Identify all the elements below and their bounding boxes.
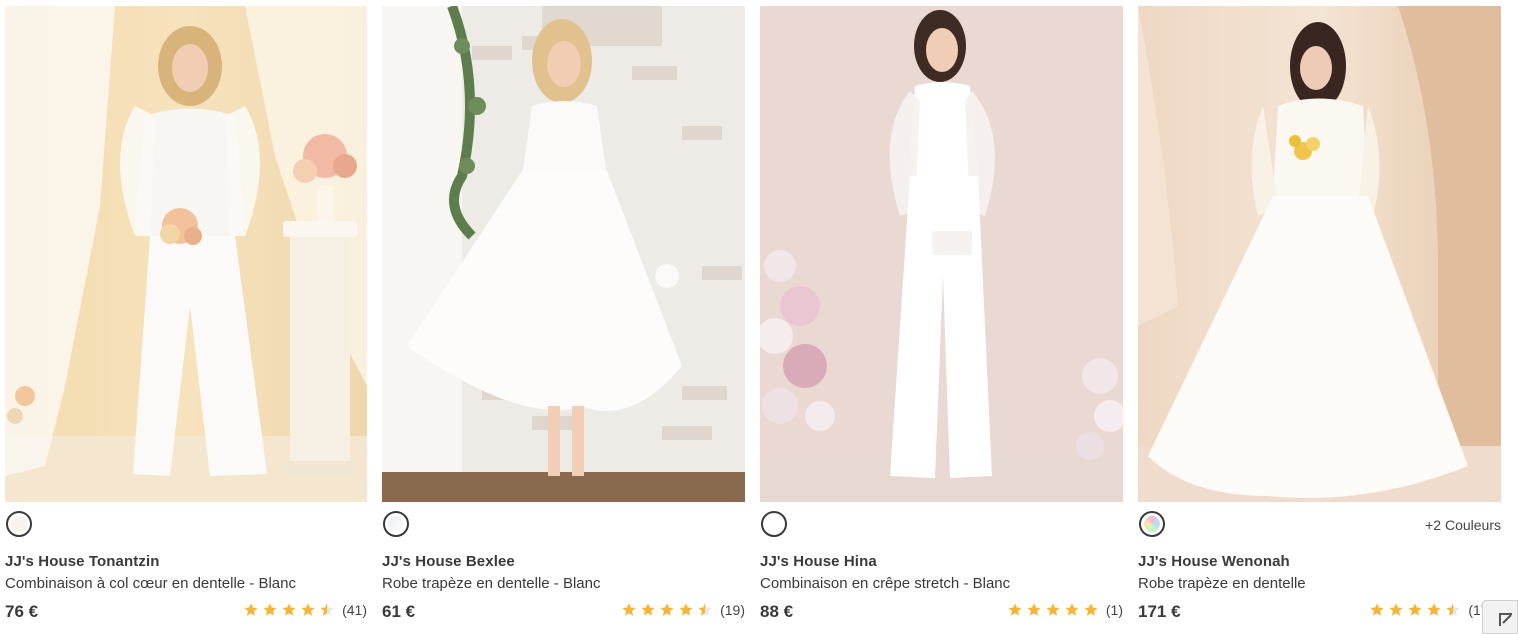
product-image[interactable] [1138,6,1501,502]
product-rating: (41) [243,602,367,618]
product-image[interactable] [382,6,745,502]
product-card[interactable]: JJ's House Bexlee Robe trapèze en dentel… [382,6,745,624]
star-icon [1027,603,1041,616]
product-price: 61 € [382,602,416,621]
star-icon [1046,603,1060,616]
more-colors-link[interactable]: +2 Couleurs [1425,517,1501,533]
star-icon [301,603,315,616]
color-swatch-white[interactable] [761,511,787,537]
product-rating: (19) [621,602,745,618]
product-price: 171 € [1138,602,1181,621]
color-swatches [760,507,1123,545]
color-swatch-white[interactable] [383,511,409,537]
star-icon [660,603,674,616]
review-count[interactable]: (41) [342,602,367,618]
product-title[interactable]: JJ's House Bexlee [382,553,745,570]
expand-widget[interactable] [1482,600,1518,634]
color-swatches: +2 Couleurs [1138,507,1501,545]
product-description[interactable]: Robe trapèze en dentelle - Blanc [382,575,745,592]
half-star-icon [698,603,712,616]
star-icon [282,603,296,616]
star-icon [1370,603,1384,616]
color-swatch-white[interactable] [6,511,32,537]
star-icon [263,603,277,616]
product-title[interactable]: JJ's House Wenonah [1138,553,1501,570]
product-description[interactable]: Robe trapèze en dentelle [1138,575,1501,592]
star-icon [1389,603,1403,616]
product-image[interactable] [760,6,1123,502]
review-count[interactable]: (1) [1106,602,1123,618]
color-swatches [5,507,367,545]
star-icon [622,603,636,616]
half-star-icon [320,603,334,616]
expand-icon [1499,613,1512,626]
half-star-icon [1446,603,1460,616]
star-icon [1408,603,1422,616]
star-icon [1084,603,1098,616]
product-price: 88 € [760,602,794,621]
star-icon [1427,603,1441,616]
star-icon [244,603,258,616]
star-icon [1008,603,1022,616]
star-icon [1065,603,1079,616]
product-title[interactable]: JJ's House Hina [760,553,1123,570]
product-card[interactable]: JJ's House Hina Combinaison en crêpe str… [760,6,1123,624]
product-card[interactable]: +2 Couleurs JJ's House Wenonah Robe trap… [1138,6,1501,624]
review-count[interactable]: (19) [720,602,745,618]
product-description[interactable]: Combinaison en crêpe stretch - Blanc [760,575,1123,592]
color-swatch-multicolor[interactable] [1139,511,1165,537]
product-grid: JJ's House Tonantzin Combinaison à col c… [5,6,1501,624]
product-image[interactable] [5,6,367,502]
product-rating: (1) [1007,602,1123,618]
product-description[interactable]: Combinaison à col cœur en dentelle - Bla… [5,575,367,592]
product-price: 76 € [5,602,39,621]
color-swatches [382,507,745,545]
star-icon [679,603,693,616]
product-title[interactable]: JJ's House Tonantzin [5,553,367,570]
product-card[interactable]: JJ's House Tonantzin Combinaison à col c… [5,6,367,624]
star-icon [641,603,655,616]
